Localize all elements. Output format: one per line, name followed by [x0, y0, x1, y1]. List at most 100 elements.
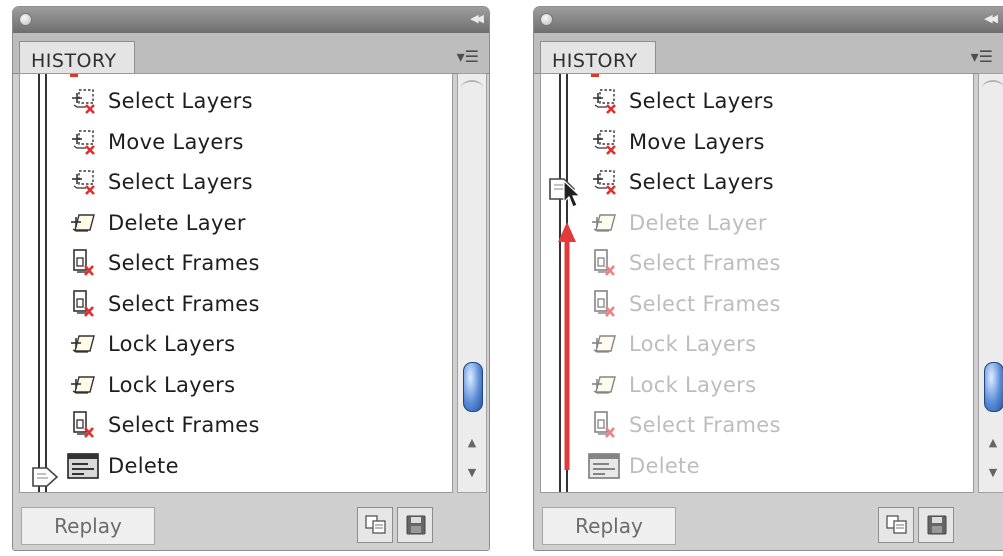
- copy-steps-icon: [886, 515, 907, 534]
- save-disk-icon: [406, 515, 426, 535]
- mouse-cursor-icon: [563, 180, 582, 208]
- copy-steps-button[interactable]: [357, 507, 393, 543]
- select-layers-icon: [66, 86, 108, 116]
- history-row[interactable]: Move Layers: [587, 124, 765, 160]
- copy-steps-icon: [365, 515, 386, 534]
- panel-footer: Replay: [534, 497, 1003, 550]
- collapse-icon[interactable]: ◀◀: [984, 12, 998, 25]
- select-frames-icon: [66, 410, 108, 440]
- panel-title-bar[interactable]: ◀◀: [534, 7, 1003, 34]
- save-disk-icon: [927, 515, 947, 535]
- select-frames-icon: [587, 248, 629, 278]
- history-row-label: Lock Layers: [108, 332, 236, 356]
- panel-footer: Replay: [13, 497, 489, 550]
- history-list[interactable]: Select Layers Move Layers Select Layers Del…: [19, 73, 453, 493]
- history-row[interactable]: Select Frames: [66, 245, 260, 281]
- delete-icon: [66, 451, 108, 481]
- history-row-label: Delete Layer: [108, 210, 246, 235]
- scroll-down-arrow-icon[interactable]: ▼: [979, 466, 1003, 479]
- drag-direction-arrow: [558, 222, 576, 470]
- tab-history[interactable]: HISTORY: [19, 41, 135, 73]
- history-row[interactable]: Move Layers: [66, 124, 244, 160]
- scroll-down-arrow-icon[interactable]: ▼: [458, 466, 486, 479]
- history-row[interactable]: Delete Layer: [587, 205, 767, 241]
- select-layers-icon: [587, 167, 629, 197]
- select-layers-icon: [587, 86, 629, 116]
- history-list[interactable]: Select Layers Move Layers Select Layers Del…: [540, 73, 974, 493]
- replay-button[interactable]: Replay: [21, 507, 155, 545]
- layer-action-icon: [66, 329, 108, 359]
- history-row-label: Delete Layer: [629, 210, 767, 235]
- history-row-label: Select Frames: [629, 251, 781, 275]
- panel-menu-icon[interactable]: ▾☰: [971, 47, 993, 66]
- history-row[interactable]: Delete Layer: [66, 205, 246, 241]
- history-row-label: Select Frames: [629, 413, 781, 437]
- history-row[interactable]: Delete: [587, 448, 700, 484]
- layer-action-icon: [587, 370, 629, 400]
- collapse-icon[interactable]: ◀◀: [470, 12, 484, 25]
- history-row-label: Select Frames: [108, 251, 260, 275]
- scroll-up-arrow-icon[interactable]: ▲: [458, 436, 486, 449]
- history-row[interactable]: Select Frames: [587, 245, 781, 281]
- history-row-label: Delete: [108, 453, 179, 478]
- history-row[interactable]: Lock Layers: [66, 367, 235, 403]
- panel-tab-bar: HISTORY ▾☰: [534, 33, 1003, 74]
- history-row-label: Select Frames: [108, 413, 260, 437]
- history-row-label: Select Layers: [108, 170, 253, 194]
- select-frames-icon: [587, 289, 629, 319]
- history-row[interactable]: Select Layers: [66, 83, 253, 119]
- scroll-up-arrow-icon[interactable]: ▲: [979, 436, 1003, 449]
- scrollbar-cap: [982, 80, 1003, 96]
- save-as-command-button[interactable]: [397, 507, 433, 543]
- history-row-label: Select Layers: [629, 89, 774, 113]
- scrollbar-thumb[interactable]: [463, 362, 483, 412]
- history-row[interactable]: Select Frames: [66, 286, 260, 322]
- save-as-command-button[interactable]: [918, 507, 954, 543]
- history-row-label: Delete: [629, 453, 700, 478]
- history-row[interactable]: Select Frames: [587, 286, 781, 322]
- panel-menu-icon[interactable]: ▾☰: [457, 47, 479, 66]
- history-row-label: Lock Layers: [108, 372, 236, 397]
- vertical-scrollbar[interactable]: ▲ ▼: [978, 73, 1003, 493]
- layer-action-icon: [587, 208, 629, 238]
- history-row-label: Select Layers: [629, 170, 774, 194]
- panel-title-bar[interactable]: ◀◀: [13, 7, 489, 34]
- history-slider-pointer[interactable]: [32, 465, 62, 489]
- history-row[interactable]: Select Layers: [587, 164, 774, 200]
- panel-tab-bar: HISTORY ▾☰: [13, 33, 489, 74]
- history-row[interactable]: Delete: [66, 448, 179, 484]
- layer-action-icon: [66, 208, 108, 238]
- history-row-label: Lock Layers: [629, 332, 757, 356]
- select-frames-icon: [66, 248, 108, 278]
- history-row-label: Select Frames: [108, 291, 260, 316]
- copy-steps-button[interactable]: [878, 507, 914, 543]
- history-row[interactable]: Select Layers: [66, 164, 253, 200]
- select-frames-icon: [587, 410, 629, 440]
- layer-action-icon: [587, 329, 629, 359]
- scrollbar-cap: [461, 80, 483, 96]
- select-layers-icon: [587, 127, 629, 157]
- history-row-label: Move Layers: [629, 129, 765, 154]
- history-slider-track[interactable]: [38, 74, 47, 492]
- close-icon[interactable]: [19, 13, 32, 26]
- history-row[interactable]: Select Layers: [587, 83, 774, 119]
- select-layers-icon: [66, 127, 108, 157]
- tab-history[interactable]: HISTORY: [540, 41, 656, 73]
- history-row[interactable]: Lock Layers: [587, 326, 756, 362]
- history-row[interactable]: Select Frames: [587, 407, 781, 443]
- history-panel-before: ◀◀ HISTORY ▾☰ Select Layers Move Layers Se…: [12, 6, 490, 551]
- close-icon[interactable]: [540, 13, 553, 26]
- layer-action-icon: [66, 370, 108, 400]
- scrollbar-thumb[interactable]: [984, 362, 1003, 412]
- history-row-label: Select Frames: [629, 291, 781, 316]
- history-row[interactable]: Select Frames: [66, 407, 260, 443]
- replay-button[interactable]: Replay: [542, 507, 676, 545]
- history-panel-after: ◀◀ HISTORY ▾☰ Select Layers Move Layers Se…: [533, 6, 1003, 551]
- partial-row-indicator: [591, 74, 599, 77]
- history-row-label: Lock Layers: [629, 372, 757, 397]
- vertical-scrollbar[interactable]: ▲ ▼: [457, 73, 487, 493]
- select-layers-icon: [66, 167, 108, 197]
- history-row[interactable]: Lock Layers: [66, 326, 235, 362]
- history-row[interactable]: Lock Layers: [587, 367, 756, 403]
- delete-icon: [587, 451, 629, 481]
